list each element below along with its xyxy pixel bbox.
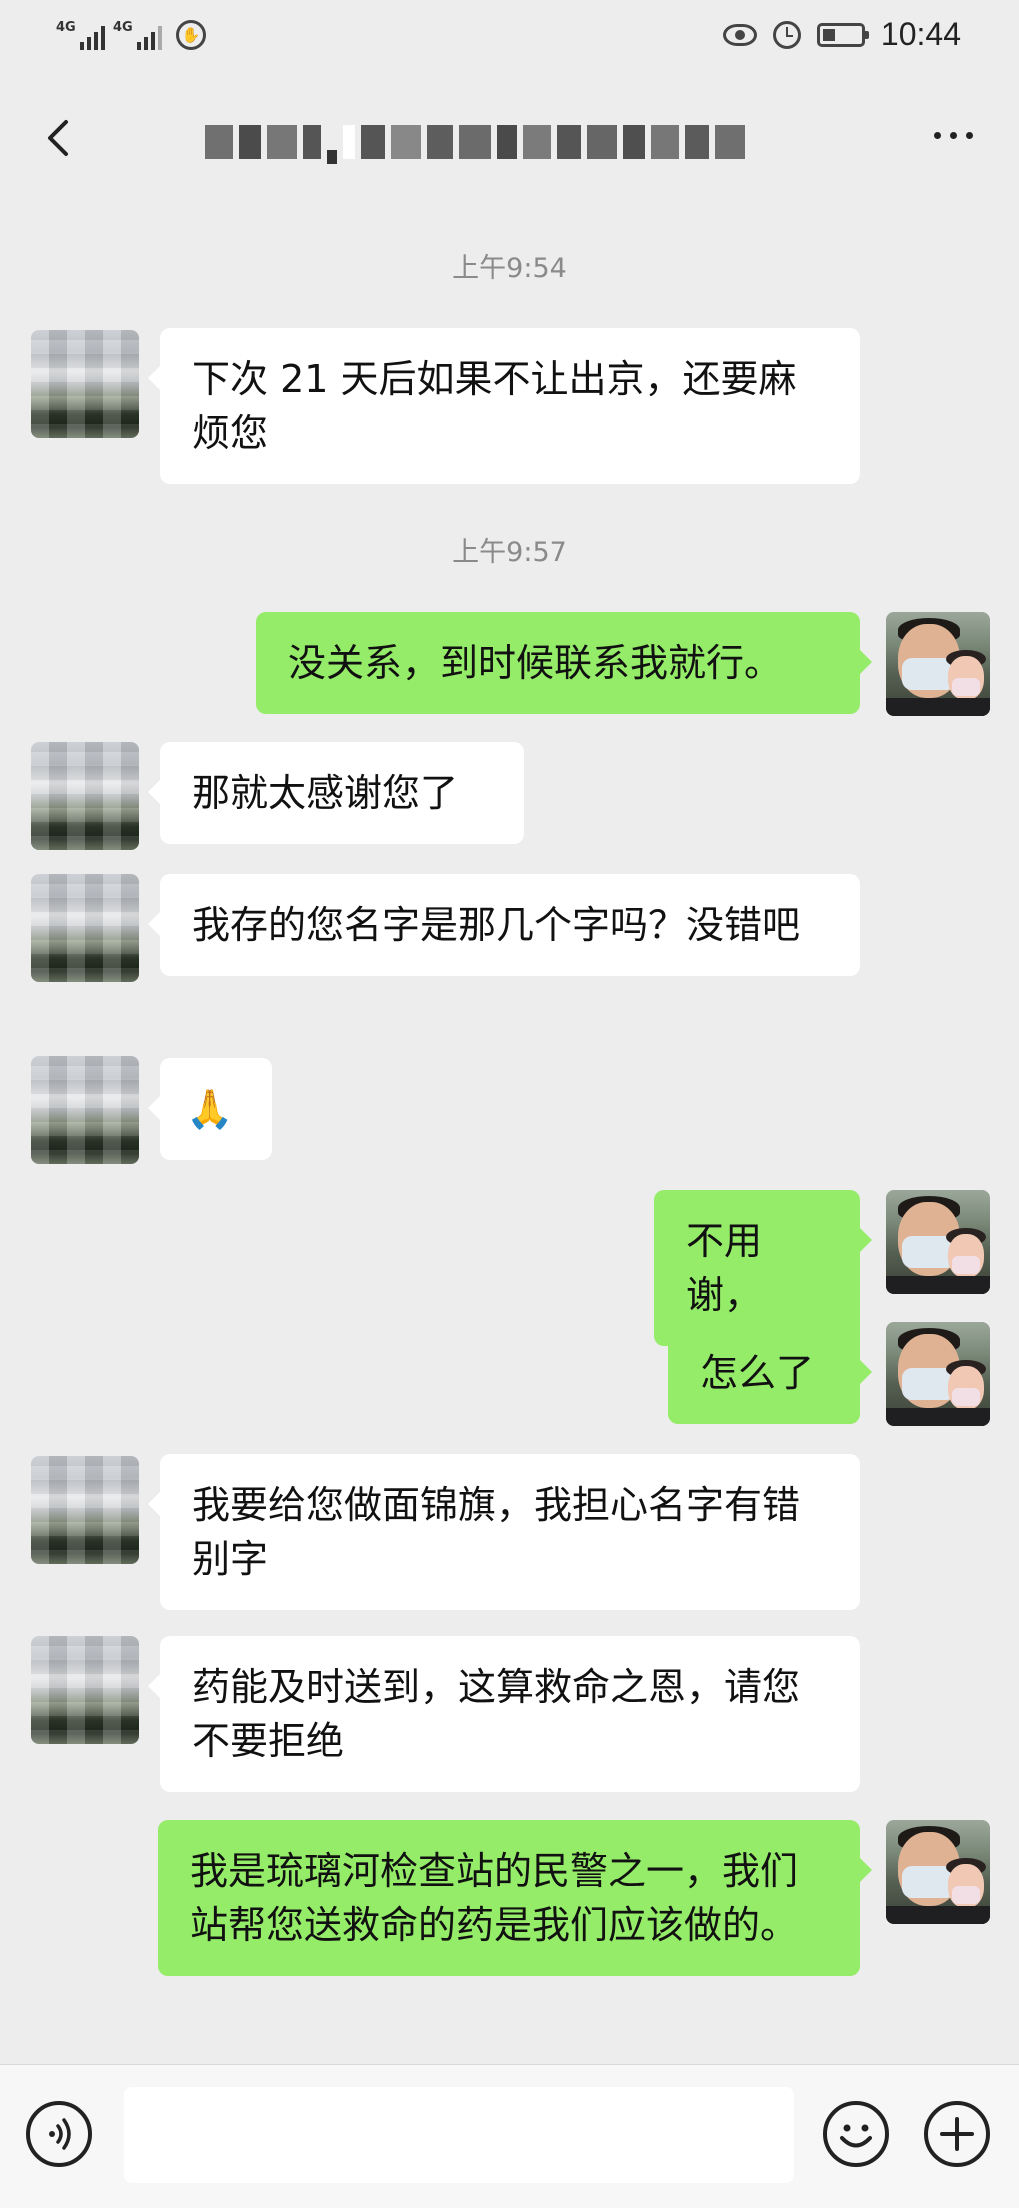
my-avatar[interactable] — [886, 1322, 990, 1426]
plus-button[interactable] — [924, 2101, 990, 2167]
emoji-icon — [840, 2124, 872, 2148]
input-bar — [0, 2064, 1019, 2208]
signal-icon-2: 4G — [113, 20, 162, 50]
signal-icon-1: 4G — [56, 20, 105, 50]
status-time: 10:44 — [880, 16, 961, 52]
timestamp: 上午9:54 — [452, 253, 567, 284]
network-type-1: 4G — [56, 20, 76, 35]
message-input[interactable] — [124, 2087, 794, 2183]
nav-bar — [0, 76, 1019, 200]
battery-icon — [816, 22, 869, 47]
more-options-button[interactable] — [934, 132, 973, 139]
network-type-2: 4G — [113, 20, 133, 35]
contact-avatar[interactable] — [31, 1456, 139, 1564]
status-bar: 4G 4G ✋ 10:44 — [0, 0, 1019, 76]
message-bubble-sent[interactable]: 我是琉璃河检查站的民警之一，我们站帮您送救命的药是我们应该做的。 — [158, 1820, 872, 1976]
message-bubble-received[interactable]: 那就太感谢您了 — [148, 742, 524, 844]
chevron-left-icon — [48, 120, 68, 156]
plus-icon — [940, 2117, 974, 2151]
hand-shield-icon: ✋ — [176, 20, 206, 50]
voice-icon — [49, 2118, 71, 2150]
eye-icon — [722, 23, 757, 46]
voice-button[interactable] — [26, 2101, 92, 2167]
message-bubble-received[interactable]: 我要给您做面锦旗，我担心名字有错别字 — [148, 1454, 860, 1610]
message-bubble-received-emoji[interactable]: 🙏 — [148, 1058, 272, 1160]
message-bubble-received[interactable]: 下次 21 天后如果不让出京，还要麻烦您 — [148, 328, 860, 484]
my-avatar[interactable] — [886, 1820, 990, 1924]
message-bubble-sent[interactable]: 怎么了 — [668, 1322, 872, 1424]
alarm-icon — [772, 20, 801, 49]
message-bubble-received[interactable]: 我存的您名字是那几个字吗？没错吧 — [148, 874, 860, 976]
my-avatar[interactable] — [886, 612, 990, 716]
message-bubble-received[interactable]: 药能及时送到，这算救命之恩，请您不要拒绝 — [148, 1636, 860, 1792]
contact-avatar[interactable] — [31, 330, 139, 438]
contact-avatar[interactable] — [31, 742, 139, 850]
contact-avatar[interactable] — [31, 1636, 139, 1744]
chat-screen: 4G 4G ✋ 10:44 上午9:54 下次 21 天后如果不让出京，还要麻烦… — [0, 0, 1019, 2208]
contact-avatar[interactable] — [31, 1056, 139, 1164]
chat-title-blurred — [205, 120, 815, 164]
status-right: 10:44 — [722, 16, 961, 53]
contact-avatar[interactable] — [31, 874, 139, 982]
more-dots-icon — [934, 132, 941, 139]
message-bubble-sent[interactable]: 没关系，到时候联系我就行。 — [256, 612, 872, 714]
back-button[interactable] — [30, 110, 86, 166]
emoji-button[interactable] — [823, 2101, 889, 2167]
my-avatar[interactable] — [886, 1190, 990, 1294]
timestamp: 上午9:57 — [452, 537, 567, 568]
status-left: 4G 4G ✋ — [56, 20, 206, 50]
